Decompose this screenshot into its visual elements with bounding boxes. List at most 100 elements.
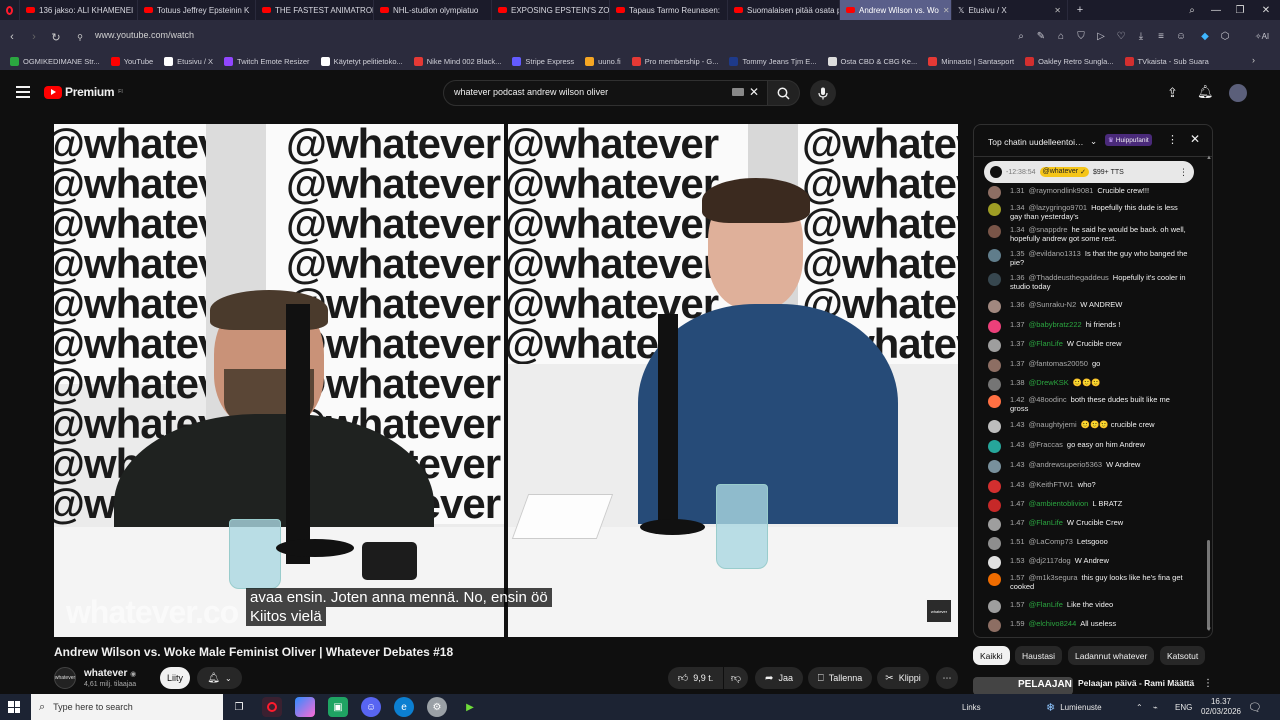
join-button[interactable]: Liity	[160, 667, 190, 689]
chat-message[interactable]: 1.38 @DrewKSK 🙂🙂🙂	[988, 378, 1188, 391]
avatar[interactable]	[988, 499, 1001, 512]
chat-author[interactable]: @DrewKSK	[1029, 378, 1069, 387]
chat-message[interactable]: 1.36 @Sunraku-N2 W ANDREW	[988, 300, 1188, 313]
bookmark-5[interactable]: Nike Mind 002 Black...	[410, 57, 509, 66]
notifications-bell-icon[interactable]: 🔔︎	[1197, 84, 1214, 100]
user-avatar[interactable]	[1229, 84, 1247, 102]
search-input[interactable]: whatever podcast andrew wilson oliver ✕	[443, 80, 768, 106]
clock[interactable]: 16.37 02/03/2026	[1200, 694, 1242, 720]
tab-1[interactable]: Totuus Jeffrey Epsteinin K	[138, 0, 256, 20]
chat-author[interactable]: @evildano1313	[1029, 249, 1081, 258]
avatar[interactable]	[988, 619, 1001, 632]
more-vertical-icon[interactable]: ⋮	[1179, 167, 1188, 178]
avatar[interactable]	[988, 518, 1001, 531]
game-taskbar-icon[interactable]: ▣	[328, 697, 348, 717]
shield-icon[interactable]: ⛉	[1074, 30, 1088, 44]
avatar[interactable]	[988, 320, 1001, 333]
site-info-icon[interactable]: ⚲	[72, 29, 88, 45]
tab-5[interactable]: Tapaus Tarmo Reunasen:	[610, 0, 728, 20]
chat-author[interactable]: @KeithFTW1	[1029, 480, 1074, 489]
avatar[interactable]	[988, 359, 1001, 372]
settings-taskbar-icon[interactable]: ⚙	[427, 697, 447, 717]
terminal-taskbar-icon[interactable]: ▶	[460, 697, 480, 717]
ai-icon[interactable]: ✧AI	[1250, 30, 1274, 44]
save-button[interactable]: ⎕ Tallenna	[808, 667, 872, 689]
extension-icon[interactable]: ◆	[1198, 30, 1212, 44]
chat-author[interactable]: @ambientoblivion	[1029, 499, 1089, 508]
recommended-more-icon[interactable]: ⋮	[1203, 678, 1213, 689]
chat-author[interactable]: @48oodinc	[1029, 395, 1067, 404]
search-button[interactable]	[768, 80, 800, 106]
language-indicator[interactable]: ENG	[1175, 694, 1192, 720]
chat-message[interactable]: 1.35 @evildano1313 Is that the guy who ban…	[988, 249, 1188, 267]
close-chat-icon[interactable]: ✕	[1190, 132, 1200, 146]
chat-message[interactable]: 1.59 @elchivo8244 All useless	[988, 619, 1188, 632]
bookmark-0[interactable]: OGMIKEDIMANE Str...	[6, 57, 107, 66]
task-view-icon[interactable]: ❐	[229, 697, 249, 717]
chat-author[interactable]: @fantomas20050	[1029, 359, 1088, 368]
browser-menu-button[interactable]	[0, 0, 20, 20]
tab-0[interactable]: 136 jakso: ALI KHAMENEI	[20, 0, 138, 20]
chat-message[interactable]: 1.43 @andrewsuperio5363 W Andrew	[988, 460, 1188, 473]
tab-2[interactable]: THE FASTEST ANIMATRON	[256, 0, 374, 20]
chat-scroll-up-icon[interactable]: ▲	[1206, 155, 1212, 161]
bookmarks-overflow-icon[interactable]: ›	[1252, 55, 1255, 65]
chat-author[interactable]: @m1k3segura	[1029, 573, 1078, 582]
bookmark-12[interactable]: Oakley Retro Sungla...	[1021, 57, 1120, 66]
dislike-button[interactable]: 👎︎	[724, 667, 748, 689]
close-tab-icon[interactable]: ✕	[943, 6, 950, 15]
tab-7-active[interactable]: Andrew Wilson vs. Wo ✕	[840, 0, 952, 20]
search-icon[interactable]: ⌕	[1014, 30, 1028, 44]
chat-message[interactable]: 1.47 @FlanLife W Crucible Crew	[988, 518, 1188, 531]
avatar[interactable]	[988, 556, 1001, 569]
chat-author[interactable]: @raymondlink9081	[1029, 186, 1094, 195]
chat-message[interactable]: 1.57 @m1k3segura this guy looks like he's …	[988, 573, 1188, 591]
chat-more-icon[interactable]: ⋮	[1167, 133, 1178, 146]
avatar[interactable]	[988, 395, 1001, 408]
discord-taskbar-icon[interactable]: ☺	[361, 697, 381, 717]
recommended-video-thumbnail[interactable]: PELAAJAN	[973, 677, 1073, 695]
cube-icon[interactable]: ⬡	[1218, 30, 1232, 44]
avatar[interactable]	[988, 440, 1001, 453]
chat-author[interactable]: @FlanLife	[1029, 600, 1063, 609]
play-icon[interactable]: ▷	[1094, 30, 1108, 44]
like-button[interactable]: 👍︎ 9,9 t.	[668, 667, 723, 689]
chat-message[interactable]: 1.53 @dj2117dog W Andrew	[988, 556, 1188, 569]
avatar[interactable]	[988, 420, 1001, 433]
chat-author[interactable]: @LaComp73	[1029, 537, 1073, 546]
avatar[interactable]	[988, 339, 1001, 352]
app-taskbar-icon[interactable]	[295, 697, 315, 717]
avatar[interactable]	[988, 300, 1001, 313]
chat-message[interactable]: 1.57 @FlanLife Like the video	[988, 600, 1188, 613]
menu-lines-icon[interactable]: ≡	[1154, 30, 1168, 44]
chat-message[interactable]: 1.43 @naughtyjemi 🙂🙂🙂 crucible crew	[988, 420, 1188, 433]
chat-mode-dropdown[interactable]: Top chatin uudelleentoisto ⌄	[988, 136, 1097, 147]
more-actions-button[interactable]: ⋯	[936, 667, 958, 689]
profile-icon[interactable]: ☺	[1174, 30, 1188, 44]
chat-message[interactable]: 1.37 @babybratz222 hi friends !	[988, 320, 1188, 333]
avatar[interactable]	[988, 273, 1001, 286]
avatar[interactable]	[988, 225, 1001, 238]
chat-author[interactable]: @babybratz222	[1029, 320, 1082, 329]
tab-8[interactable]: 𝕏 Etusivu / X ✕	[952, 0, 1068, 20]
avatar[interactable]	[988, 203, 1001, 216]
bookmark-9[interactable]: Tommy Jeans Tjm E...	[725, 57, 823, 66]
chat-message[interactable]: 1.43 @Fraccas go easy on him Andrew	[988, 440, 1188, 453]
chat-message[interactable]: 1.47 @ambientoblivion L BRATZ	[988, 499, 1188, 512]
chat-message[interactable]: 1.37 @fantomas20050 go	[988, 359, 1188, 372]
bookmark-8[interactable]: Pro membership - G...	[628, 57, 726, 66]
youtube-premium-logo[interactable]: Premium FI	[44, 85, 123, 99]
chat-author[interactable]: @naughtyjemi	[1029, 420, 1077, 429]
avatar[interactable]	[988, 460, 1001, 473]
weather-widget[interactable]: ❄ Lumienuste	[1046, 694, 1102, 720]
heart-icon[interactable]: ♡	[1114, 30, 1128, 44]
bookmark-2[interactable]: Etusivu / X	[160, 57, 220, 66]
avatar[interactable]	[988, 537, 1001, 550]
taskbar-search-input[interactable]: ⌕ Type here to search	[31, 694, 223, 720]
bookmark-10[interactable]: Osta CBD & CBG Ke...	[824, 57, 925, 66]
clear-search-icon[interactable]: ✕	[749, 85, 759, 99]
avatar[interactable]	[988, 186, 1001, 199]
chat-message[interactable]: 1.51 @LaComp73 Letsgooo	[988, 537, 1188, 550]
close-window-button[interactable]: ✕	[1254, 0, 1278, 20]
chat-author[interactable]: @Sunraku-N2	[1029, 300, 1077, 309]
